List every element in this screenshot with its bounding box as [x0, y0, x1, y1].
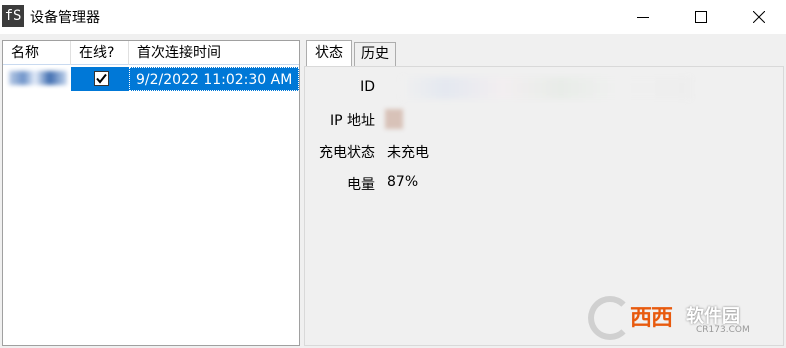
list-header: 名称 在线? 首次连接时间: [3, 41, 299, 65]
close-icon: [753, 11, 765, 23]
window-title: 设备管理器: [30, 10, 100, 26]
tab-history[interactable]: 历史: [354, 42, 396, 66]
watermark-c-icon: [588, 296, 632, 340]
device-name-cell[interactable]: [3, 67, 71, 91]
redacted-device-name: [9, 71, 67, 85]
minimize-button[interactable]: [620, 0, 666, 34]
column-header-name[interactable]: 名称: [3, 41, 71, 65]
online-checkbox[interactable]: [94, 71, 109, 86]
tab-status[interactable]: 状态: [306, 40, 352, 66]
charge-status-label: 充电状态: [319, 145, 375, 161]
maximize-button[interactable]: [678, 0, 724, 34]
device-list[interactable]: 名称 在线? 首次连接时间 9/2/2022 11:02:30 AM: [2, 40, 300, 346]
close-button[interactable]: [736, 0, 782, 34]
ip-label: IP 地址: [329, 113, 375, 129]
checkmark-icon: [96, 73, 107, 84]
column-header-online[interactable]: 在线?: [71, 41, 129, 65]
app-icon: fS: [2, 5, 24, 27]
id-label: ID: [360, 79, 375, 95]
device-online-cell[interactable]: [71, 67, 129, 91]
column-header-first-connected[interactable]: 首次连接时间: [129, 41, 299, 65]
watermark-logo: 西西 软件园 CR173.COM: [588, 294, 768, 342]
maximize-icon: [695, 11, 707, 23]
battery-value: 87%: [387, 174, 419, 190]
watermark-url: CR173.COM: [696, 325, 750, 335]
device-first-connected-cell[interactable]: 9/2/2022 11:02:30 AM: [129, 67, 299, 91]
redacted-id-value: [401, 77, 691, 99]
battery-label: 电量: [347, 177, 375, 193]
title-bar: fS 设备管理器: [0, 0, 786, 34]
charge-status-value: 未充电: [387, 145, 429, 161]
watermark-text: 西西: [630, 306, 673, 331]
minimize-icon: [637, 17, 649, 18]
table-row[interactable]: 9/2/2022 11:02:30 AM: [3, 67, 299, 91]
redacted-ip-value: [385, 109, 403, 129]
